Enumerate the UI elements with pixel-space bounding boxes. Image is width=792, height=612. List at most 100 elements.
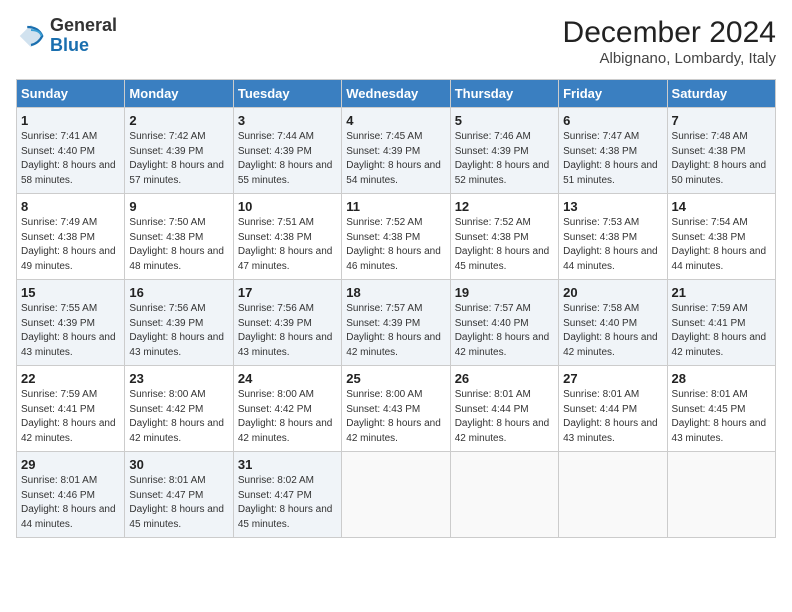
- calendar-cell: 25Sunrise: 8:00 AMSunset: 4:43 PMDayligh…: [342, 366, 450, 452]
- calendar-cell: [667, 452, 775, 538]
- header-row: SundayMondayTuesdayWednesdayThursdayFrid…: [17, 80, 776, 108]
- logo-blue-text: Blue: [50, 36, 117, 56]
- day-number: 9: [129, 199, 228, 214]
- day-number: 16: [129, 285, 228, 300]
- day-info: Sunrise: 7:56 AMSunset: 4:39 PMDaylight:…: [238, 303, 333, 358]
- day-number: 7: [672, 113, 771, 128]
- header-day-sunday: Sunday: [17, 80, 125, 108]
- day-number: 21: [672, 285, 771, 300]
- week-row-2: 8 Sunrise: 7:49 AMSunset: 4:38 PMDaylight…: [17, 194, 776, 280]
- day-number: 10: [238, 199, 337, 214]
- calendar-cell: 27Sunrise: 8:01 AMSunset: 4:44 PMDayligh…: [559, 366, 667, 452]
- calendar-cell: 17Sunrise: 7:56 AMSunset: 4:39 PMDayligh…: [233, 280, 341, 366]
- day-info: Sunrise: 7:41 AMSunset: 4:40 PMDaylight:…: [21, 131, 116, 186]
- calendar-cell: 11 Sunrise: 7:52 AMSunset: 4:38 PMDayligh…: [342, 194, 450, 280]
- calendar-cell: 7 Sunrise: 7:48 AMSunset: 4:38 PMDaylight…: [667, 108, 775, 194]
- day-number: 11: [346, 199, 445, 214]
- logo: General Blue: [16, 16, 117, 56]
- day-info: Sunrise: 8:00 AMSunset: 4:42 PMDaylight:…: [238, 389, 333, 444]
- day-info: Sunrise: 7:49 AMSunset: 4:38 PMDaylight:…: [21, 217, 116, 272]
- day-number: 31: [238, 457, 337, 472]
- calendar-cell: 24 Sunrise: 8:00 AMSunset: 4:42 PMDayligh…: [233, 366, 341, 452]
- calendar-cell: 13 Sunrise: 7:53 AMSunset: 4:38 PMDayligh…: [559, 194, 667, 280]
- calendar-header: SundayMondayTuesdayWednesdayThursdayFrid…: [17, 80, 776, 108]
- day-number: 14: [672, 199, 771, 214]
- day-number: 15: [21, 285, 120, 300]
- day-info: Sunrise: 7:56 AMSunset: 4:39 PMDaylight:…: [129, 303, 224, 358]
- calendar-cell: 14 Sunrise: 7:54 AMSunset: 4:38 PMDayligh…: [667, 194, 775, 280]
- day-info: Sunrise: 7:52 AMSunset: 4:38 PMDaylight:…: [455, 217, 550, 272]
- day-number: 13: [563, 199, 662, 214]
- day-info: Sunrise: 7:53 AMSunset: 4:38 PMDaylight:…: [563, 217, 658, 272]
- day-info: Sunrise: 8:00 AMSunset: 4:42 PMDaylight:…: [129, 389, 224, 444]
- day-number: 8: [21, 199, 120, 214]
- day-info: Sunrise: 7:45 AMSunset: 4:39 PMDaylight:…: [346, 131, 441, 186]
- calendar-cell: 31 Sunrise: 8:02 AMSunset: 4:47 PMDayligh…: [233, 452, 341, 538]
- calendar-cell: 18Sunrise: 7:57 AMSunset: 4:39 PMDayligh…: [342, 280, 450, 366]
- day-info: Sunrise: 7:51 AMSunset: 4:38 PMDaylight:…: [238, 217, 333, 272]
- day-number: 26: [455, 371, 554, 386]
- header-day-wednesday: Wednesday: [342, 80, 450, 108]
- calendar-cell: 3 Sunrise: 7:44 AMSunset: 4:39 PMDaylight…: [233, 108, 341, 194]
- header-day-saturday: Saturday: [667, 80, 775, 108]
- calendar-cell: 22Sunrise: 7:59 AMSunset: 4:41 PMDayligh…: [17, 366, 125, 452]
- day-number: 28: [672, 371, 771, 386]
- day-info: Sunrise: 7:44 AMSunset: 4:39 PMDaylight:…: [238, 131, 333, 186]
- day-number: 4: [346, 113, 445, 128]
- day-number: 20: [563, 285, 662, 300]
- day-info: Sunrise: 7:48 AMSunset: 4:38 PMDaylight:…: [672, 131, 767, 186]
- calendar-cell: 23 Sunrise: 8:00 AMSunset: 4:42 PMDayligh…: [125, 366, 233, 452]
- title-block: December 2024 Albignano, Lombardy, Italy: [563, 16, 776, 67]
- week-row-1: 1 Sunrise: 7:41 AMSunset: 4:40 PMDaylight…: [17, 108, 776, 194]
- header-day-tuesday: Tuesday: [233, 80, 341, 108]
- day-info: Sunrise: 7:59 AMSunset: 4:41 PMDaylight:…: [21, 389, 116, 444]
- calendar-cell: 19 Sunrise: 7:57 AMSunset: 4:40 PMDayligh…: [450, 280, 558, 366]
- day-number: 24: [238, 371, 337, 386]
- week-row-4: 22Sunrise: 7:59 AMSunset: 4:41 PMDayligh…: [17, 366, 776, 452]
- calendar-cell: 16 Sunrise: 7:56 AMSunset: 4:39 PMDayligh…: [125, 280, 233, 366]
- day-number: 1: [21, 113, 120, 128]
- day-info: Sunrise: 7:46 AMSunset: 4:39 PMDaylight:…: [455, 131, 550, 186]
- day-info: Sunrise: 7:52 AMSunset: 4:38 PMDaylight:…: [346, 217, 441, 272]
- week-row-5: 29 Sunrise: 8:01 AMSunset: 4:46 PMDayligh…: [17, 452, 776, 538]
- calendar-cell: 4 Sunrise: 7:45 AMSunset: 4:39 PMDaylight…: [342, 108, 450, 194]
- logo-text: General Blue: [50, 16, 117, 56]
- calendar-cell: [450, 452, 558, 538]
- calendar-cell: 8 Sunrise: 7:49 AMSunset: 4:38 PMDaylight…: [17, 194, 125, 280]
- day-info: Sunrise: 8:01 AMSunset: 4:44 PMDaylight:…: [563, 389, 658, 444]
- day-info: Sunrise: 7:57 AMSunset: 4:40 PMDaylight:…: [455, 303, 550, 358]
- logo-general-text: General: [50, 16, 117, 36]
- calendar-table: SundayMondayTuesdayWednesdayThursdayFrid…: [16, 79, 776, 538]
- day-number: 29: [21, 457, 120, 472]
- day-number: 12: [455, 199, 554, 214]
- header-day-friday: Friday: [559, 80, 667, 108]
- calendar-cell: 30Sunrise: 8:01 AMSunset: 4:47 PMDayligh…: [125, 452, 233, 538]
- day-info: Sunrise: 7:58 AMSunset: 4:40 PMDaylight:…: [563, 303, 658, 358]
- calendar-cell: 1 Sunrise: 7:41 AMSunset: 4:40 PMDaylight…: [17, 108, 125, 194]
- day-info: Sunrise: 8:00 AMSunset: 4:43 PMDaylight:…: [346, 389, 441, 444]
- day-number: 5: [455, 113, 554, 128]
- calendar-cell: 15 Sunrise: 7:55 AMSunset: 4:39 PMDayligh…: [17, 280, 125, 366]
- calendar-body: 1 Sunrise: 7:41 AMSunset: 4:40 PMDaylight…: [17, 108, 776, 538]
- calendar-cell: 20 Sunrise: 7:58 AMSunset: 4:40 PMDayligh…: [559, 280, 667, 366]
- day-number: 19: [455, 285, 554, 300]
- calendar-cell: 6Sunrise: 7:47 AMSunset: 4:38 PMDaylight…: [559, 108, 667, 194]
- day-info: Sunrise: 7:54 AMSunset: 4:38 PMDaylight:…: [672, 217, 767, 272]
- page-header: General Blue December 2024 Albignano, Lo…: [16, 16, 776, 67]
- week-row-3: 15 Sunrise: 7:55 AMSunset: 4:39 PMDayligh…: [17, 280, 776, 366]
- calendar-cell: 26 Sunrise: 8:01 AMSunset: 4:44 PMDayligh…: [450, 366, 558, 452]
- day-number: 23: [129, 371, 228, 386]
- day-number: 30: [129, 457, 228, 472]
- day-info: Sunrise: 8:01 AMSunset: 4:44 PMDaylight:…: [455, 389, 550, 444]
- day-number: 3: [238, 113, 337, 128]
- day-info: Sunrise: 7:55 AMSunset: 4:39 PMDaylight:…: [21, 303, 116, 358]
- calendar-cell: 29 Sunrise: 8:01 AMSunset: 4:46 PMDayligh…: [17, 452, 125, 538]
- day-info: Sunrise: 8:02 AMSunset: 4:47 PMDaylight:…: [238, 475, 333, 530]
- day-info: Sunrise: 7:57 AMSunset: 4:39 PMDaylight:…: [346, 303, 441, 358]
- day-info: Sunrise: 7:59 AMSunset: 4:41 PMDaylight:…: [672, 303, 767, 358]
- location-title: Albignano, Lombardy, Italy: [563, 50, 776, 67]
- day-info: Sunrise: 8:01 AMSunset: 4:45 PMDaylight:…: [672, 389, 767, 444]
- day-info: Sunrise: 8:01 AMSunset: 4:46 PMDaylight:…: [21, 475, 116, 530]
- calendar-cell: 5 Sunrise: 7:46 AMSunset: 4:39 PMDaylight…: [450, 108, 558, 194]
- day-info: Sunrise: 7:50 AMSunset: 4:38 PMDaylight:…: [129, 217, 224, 272]
